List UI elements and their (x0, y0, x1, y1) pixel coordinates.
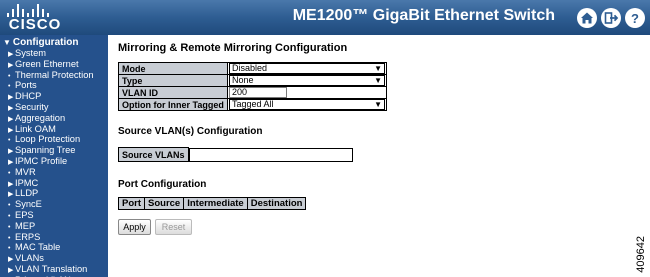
sidebar-item-label: Thermal Protection (15, 69, 94, 80)
sidebar-item-label: Aggregation (15, 112, 66, 123)
sidebar-item-label: Security (15, 101, 49, 112)
cisco-logo-text: CISCO (8, 16, 62, 33)
sidebar-item-ipmc-profile[interactable]: ▶ IPMC Profile (0, 156, 108, 167)
destination-column-header: Destination (246, 197, 307, 210)
sidebar-item-loop-protection[interactable]: • Loop Protection (0, 134, 108, 145)
sidebar-item-label: EPS (15, 209, 34, 220)
sidebar-item-label: IPMC Profile (15, 155, 68, 166)
sidebar-item-green-ethernet[interactable]: ▶ Green Ethernet (0, 59, 108, 70)
sidebar-item-label: LLDP (15, 188, 39, 199)
sidebar-item-dhcp[interactable]: ▶ DHCP (0, 91, 108, 102)
sidebar-item-label: System (15, 48, 46, 58)
sidebar-item-label: ERPS (15, 231, 41, 242)
mode-label: Mode (118, 62, 228, 75)
app-title: ME1200™ GigaBit Ethernet Switch (292, 7, 555, 24)
sidebar-item-vlan-translation[interactable]: ▶ VLAN Translation (0, 264, 108, 275)
sidebar-item-label: Spanning Tree (15, 145, 76, 156)
sidebar-item-spanning-tree[interactable]: ▶ Spanning Tree (0, 145, 108, 156)
source-vlan-table: Source VLANs (118, 147, 353, 162)
intermediate-column-header: Intermediate (183, 197, 248, 210)
source-vlan-heading: Source VLAN(s) Configuration (118, 126, 263, 137)
nav-list: ▶ System ▶ Green Ethernet • Thermal Protectio… (0, 48, 108, 277)
type-label: Type (118, 74, 228, 87)
sidebar-item-link-oam[interactable]: ▶ Link OAM (0, 124, 108, 135)
sidebar-item-mep[interactable]: • MEP (0, 221, 108, 232)
main-content: Mirroring & Remote Mirroring Configurati… (108, 35, 650, 277)
sidebar-item-eps[interactable]: • EPS (0, 210, 108, 221)
sidebar-item-lldp[interactable]: ▶ LLDP (0, 188, 108, 199)
sidebar-item-thermal-protection[interactable]: • Thermal Protection (0, 70, 108, 81)
port-config-table: Port Source Intermediate Destination (118, 197, 307, 210)
nav-section-configuration[interactable]: ▼ Configuration (3, 37, 78, 48)
svg-text:?: ? (631, 11, 639, 26)
chevron-down-icon: ▼ (374, 76, 382, 85)
source-vlans-input[interactable] (188, 147, 353, 162)
sidebar-item-system[interactable]: ▶ System (0, 48, 108, 59)
source-column-header: Source (143, 197, 185, 210)
help-icon[interactable]: ? (625, 8, 645, 28)
sidebar-item-mac-table[interactable]: • MAC Table (0, 242, 108, 253)
sidebar-item-label: IPMC (15, 177, 39, 188)
chevron-down-icon: ▼ (374, 64, 382, 73)
sidebar-item-aggregation[interactable]: ▶ Aggregation (0, 113, 108, 124)
mirror-settings-table: Mode Disabled ▼ Type None ▼ VLAN ID 200 Op… (118, 62, 387, 111)
source-vlans-label: Source VLANs (118, 147, 189, 162)
sidebar-nav: ▼ Configuration ▶ System ▶ Green Ethernet • Th… (0, 35, 108, 277)
page-title: Mirroring & Remote Mirroring Configurati… (118, 42, 348, 54)
sidebar-item-label: Loop Protection (15, 134, 81, 145)
type-select[interactable]: None ▼ (229, 75, 385, 86)
sidebar-item-label: MEP (15, 220, 36, 231)
home-icon[interactable] (577, 8, 597, 28)
inner-tag-select[interactable]: Tagged All ▼ (229, 99, 385, 110)
header-bar: CISCO ME1200™ GigaBit Ethernet Switch ? (0, 0, 650, 35)
chevron-down-icon: ▼ (374, 100, 382, 109)
sidebar-item-label: Green Ethernet (15, 58, 79, 69)
mode-select[interactable]: Disabled ▼ (229, 63, 385, 74)
sidebar-item-label: VLANs (15, 253, 44, 264)
sidebar-item-ipmc[interactable]: ▶ IPMC (0, 178, 108, 189)
caret-down-icon: ▼ (3, 38, 11, 47)
sidebar-item-mvr[interactable]: • MVR (0, 167, 108, 178)
sidebar-item-erps[interactable]: • ERPS (0, 232, 108, 243)
nav-section-label: Configuration (12, 37, 79, 48)
port-config-heading: Port Configuration (118, 179, 207, 190)
port-column-header: Port (118, 197, 145, 210)
apply-button[interactable]: Apply (118, 219, 151, 235)
sidebar-item-label: MAC Table (15, 242, 61, 253)
sidebar-item-ports[interactable]: • Ports (0, 80, 108, 91)
sidebar-item-label: Ports (15, 80, 37, 91)
sidebar-item-label: MVR (15, 166, 36, 177)
sidebar-item-security[interactable]: ▶ Security (0, 102, 108, 113)
vlan-id-label: VLAN ID (118, 86, 228, 99)
logout-icon[interactable] (601, 8, 621, 28)
cisco-logo: CISCO (5, 3, 65, 33)
sidebar-item-label: DHCP (15, 91, 42, 102)
inner-tag-label: Option for Inner Tagged (118, 98, 228, 111)
sidebar-item-label: Link OAM (15, 123, 56, 134)
sidebar-item-label: VLAN Translation (15, 263, 88, 274)
sidebar-item-label: SyncE (15, 199, 42, 210)
vlan-id-input[interactable]: 200 (229, 87, 287, 98)
cisco-logo-bars (5, 3, 65, 17)
sidebar-item-synce[interactable]: • SyncE (0, 199, 108, 210)
figure-number: 409642 (635, 236, 647, 273)
sidebar-item-vlans[interactable]: ▶ VLANs (0, 253, 108, 264)
reset-button[interactable]: Reset (155, 219, 192, 235)
